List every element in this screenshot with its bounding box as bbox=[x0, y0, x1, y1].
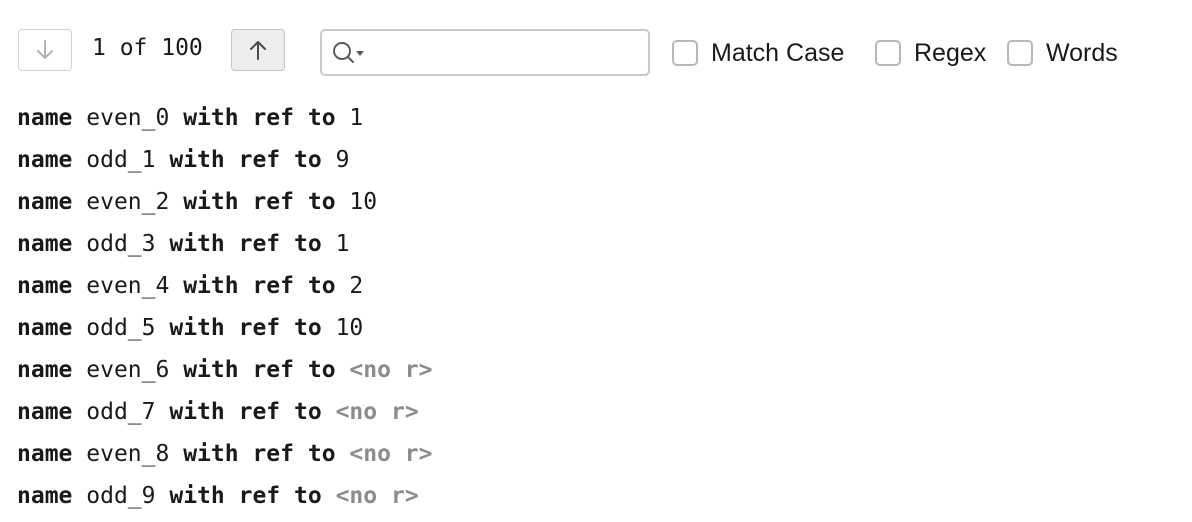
keyword-to: to bbox=[307, 189, 336, 215]
keyword-with: with bbox=[169, 399, 225, 425]
match-case-label: Match Case bbox=[711, 38, 845, 67]
keyword-ref: ref bbox=[238, 147, 281, 173]
list-item: name odd_1 with ref to 9 bbox=[17, 139, 433, 181]
keyword-name: name bbox=[17, 273, 73, 299]
list-item: name even_8 with ref to <no r> bbox=[17, 433, 433, 475]
keyword-ref: ref bbox=[252, 441, 294, 467]
keyword-to: to bbox=[307, 273, 336, 299]
keyword-name: name bbox=[17, 441, 73, 467]
keyword-to: to bbox=[294, 399, 322, 425]
list-item: name even_4 with ref to 2 bbox=[17, 265, 433, 307]
entry-id: even_4 bbox=[86, 273, 170, 299]
ref-value: 10 bbox=[349, 189, 378, 215]
keyword-with: with bbox=[183, 273, 239, 299]
keyword-ref: ref bbox=[252, 189, 294, 215]
previous-match-button[interactable] bbox=[231, 29, 285, 71]
entry-id: odd_7 bbox=[86, 399, 156, 425]
search-icon[interactable] bbox=[332, 40, 366, 66]
keyword-ref: ref bbox=[252, 105, 294, 131]
ref-value: 2 bbox=[349, 273, 364, 299]
keyword-with: with bbox=[169, 483, 225, 509]
list-item: name odd_5 with ref to 10 bbox=[17, 307, 433, 349]
list-item: name odd_7 with ref to <no r> bbox=[17, 391, 433, 433]
no-ref-placeholder: <no r> bbox=[349, 441, 433, 467]
ref-value: 1 bbox=[349, 105, 364, 131]
keyword-ref: ref bbox=[238, 399, 281, 425]
keyword-to: to bbox=[294, 483, 322, 509]
keyword-name: name bbox=[17, 399, 73, 425]
list-item: name even_0 with ref to 1 bbox=[17, 97, 433, 139]
entry-id: even_8 bbox=[86, 441, 170, 467]
regex-checkbox[interactable] bbox=[875, 40, 901, 66]
keyword-ref: ref bbox=[238, 483, 281, 509]
keyword-name: name bbox=[17, 147, 73, 173]
keyword-name: name bbox=[17, 105, 73, 131]
find-toolbar: 1 of 100 Match Case Regex Words bbox=[0, 0, 1192, 100]
list-item: name even_6 with ref to <no r> bbox=[17, 349, 433, 391]
keyword-to: to bbox=[307, 105, 336, 131]
no-ref-placeholder: <no r> bbox=[335, 483, 419, 509]
match-counter: 1 of 100 bbox=[92, 35, 203, 61]
keyword-with: with bbox=[183, 105, 239, 131]
regex-label: Regex bbox=[914, 38, 987, 67]
search-input[interactable] bbox=[370, 37, 640, 68]
match-case-checkbox[interactable] bbox=[672, 40, 698, 66]
keyword-with: with bbox=[169, 315, 225, 341]
ref-value: 10 bbox=[335, 315, 364, 341]
words-option[interactable]: Words bbox=[1007, 37, 1118, 69]
ref-value: 9 bbox=[335, 147, 350, 173]
list-item: name even_2 with ref to 10 bbox=[17, 181, 433, 223]
keyword-name: name bbox=[17, 189, 73, 215]
entry-id: odd_1 bbox=[86, 147, 156, 173]
keyword-name: name bbox=[17, 483, 73, 509]
no-ref-placeholder: <no r> bbox=[335, 399, 419, 425]
keyword-to: to bbox=[294, 147, 322, 173]
keyword-with: with bbox=[183, 189, 239, 215]
entry-id: even_2 bbox=[86, 189, 170, 215]
results-list: name even_0 with ref to 1 name odd_1 with… bbox=[17, 97, 433, 517]
entry-id: odd_9 bbox=[86, 483, 156, 509]
keyword-ref: ref bbox=[252, 273, 294, 299]
entry-id: even_0 bbox=[86, 105, 170, 131]
keyword-with: with bbox=[169, 147, 225, 173]
keyword-name: name bbox=[17, 357, 73, 383]
list-item: name odd_9 with ref to <no r> bbox=[17, 475, 433, 517]
keyword-to: to bbox=[294, 315, 322, 341]
no-ref-placeholder: <no r> bbox=[349, 357, 433, 383]
search-box[interactable] bbox=[320, 29, 650, 76]
entry-id: even_6 bbox=[86, 357, 170, 383]
keyword-with: with bbox=[183, 357, 239, 383]
regex-option[interactable]: Regex bbox=[875, 37, 986, 69]
keyword-with: with bbox=[169, 231, 225, 257]
arrow-up-icon bbox=[250, 41, 266, 60]
keyword-to: to bbox=[307, 441, 336, 467]
ref-value: 1 bbox=[335, 231, 350, 257]
words-label: Words bbox=[1046, 38, 1118, 67]
keyword-name: name bbox=[17, 315, 73, 341]
keyword-ref: ref bbox=[238, 231, 281, 257]
entry-id: odd_3 bbox=[86, 231, 156, 257]
keyword-ref: ref bbox=[238, 315, 281, 341]
keyword-to: to bbox=[294, 231, 322, 257]
words-checkbox[interactable] bbox=[1007, 40, 1033, 66]
keyword-to: to bbox=[307, 357, 336, 383]
keyword-name: name bbox=[17, 231, 73, 257]
match-case-option[interactable]: Match Case bbox=[672, 37, 844, 69]
list-item: name odd_3 with ref to 1 bbox=[17, 223, 433, 265]
arrow-down-icon bbox=[37, 40, 53, 59]
keyword-ref: ref bbox=[252, 357, 294, 383]
next-match-button[interactable] bbox=[18, 29, 72, 71]
entry-id: odd_5 bbox=[86, 315, 156, 341]
keyword-with: with bbox=[183, 441, 239, 467]
